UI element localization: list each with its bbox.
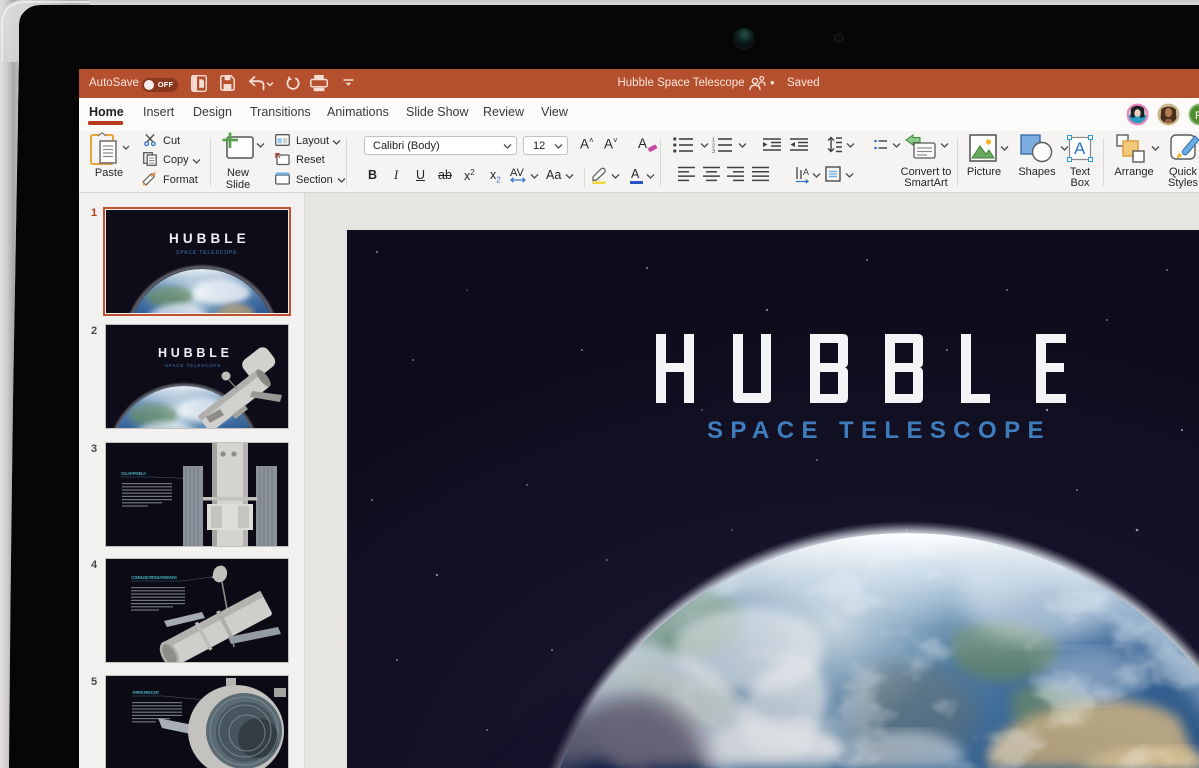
svg-text:COMMUNICATIONS ANTENNAS: COMMUNICATIONS ANTENNAS xyxy=(131,575,177,580)
svg-text:HUBBLE: HUBBLE xyxy=(169,231,249,246)
svg-text:APERTURE DOOR: APERTURE DOOR xyxy=(132,690,159,695)
svg-text:A: A xyxy=(1074,139,1086,158)
svg-text:P: P xyxy=(1195,110,1199,122)
svg-text:SPACE TELESCOPE: SPACE TELESCOPE xyxy=(165,363,222,368)
svg-text:SPACE TELESCOPE: SPACE TELESCOPE xyxy=(707,417,1052,444)
svg-text:3: 3 xyxy=(712,149,715,155)
svg-text:AV: AV xyxy=(510,167,525,179)
svg-text:SOLAR PANELS: SOLAR PANELS xyxy=(121,471,146,476)
svg-text:A: A xyxy=(803,167,809,177)
svg-text:HUBBLE: HUBBLE xyxy=(158,346,232,360)
svg-text:SPACE TELESCOPE: SPACE TELESCOPE xyxy=(176,250,238,256)
